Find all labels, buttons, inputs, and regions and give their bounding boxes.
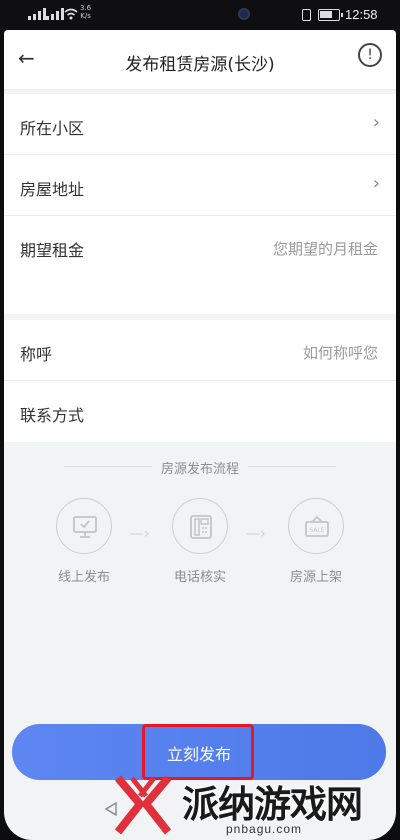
signal-icon — [46, 8, 64, 20]
info-icon[interactable]: ! — [358, 43, 382, 67]
page-header: ← 发布租赁房源(长沙) ! — [4, 30, 396, 90]
svg-text:SALE: SALE — [309, 527, 324, 534]
contact-row[interactable]: 联系方式 — [4, 381, 396, 442]
publish-button-label: 立刻发布 — [166, 745, 231, 764]
address-label: 房屋地址 — [20, 180, 85, 199]
rent-row[interactable]: 期望租金 您期望的月租金 — [4, 216, 396, 277]
phone-icon — [172, 498, 228, 554]
flow-step-label: 房源上架 — [289, 570, 342, 585]
divider — [248, 466, 336, 467]
app-screen: ← 发布租赁房源(长沙) ! 所在小区 › 房屋地址 › 期望租金 您期望的月租… — [4, 30, 396, 840]
flow-step-verify: 电话核实 — [150, 498, 250, 585]
divider — [64, 466, 152, 467]
contact-label: 联系方式 — [20, 406, 85, 425]
network-speed: 3.6 K/s — [80, 4, 92, 20]
arrow-right-icon: —› — [246, 526, 266, 542]
community-row[interactable]: 所在小区 › — [4, 94, 396, 155]
watermark-url: pnbagu.com — [226, 822, 303, 836]
watermark-text: 派纳游戏网 — [182, 783, 363, 826]
name-row[interactable]: 称呼 如何称呼您 — [4, 320, 396, 381]
address-row[interactable]: 房屋地址 › — [4, 155, 396, 216]
name-input[interactable]: 如何称呼您 — [303, 342, 378, 363]
clock: 12:58 — [345, 7, 378, 22]
chevron-right-icon: › — [372, 112, 380, 133]
sale-sign-icon: SALE — [288, 498, 344, 554]
watermark: 派纳游戏网 pnbagu.com — [112, 770, 400, 840]
flow-step-listed: SALE 房源上架 — [266, 498, 366, 585]
form-group-contact: 称呼 如何称呼您 联系方式 — [4, 320, 396, 442]
signal-icon — [28, 8, 46, 20]
monitor-icon — [56, 498, 112, 554]
community-label: 所在小区 — [20, 119, 85, 138]
wifi-icon — [64, 8, 78, 20]
flow-step-label: 电话核实 — [173, 570, 226, 585]
arrow-right-icon: —› — [130, 526, 150, 542]
page-title: 发布租赁房源(长沙) — [125, 55, 275, 75]
flow-section-title: 房源发布流程 — [4, 458, 396, 477]
name-label: 称呼 — [20, 345, 53, 364]
vibrate-icon — [302, 9, 311, 21]
form-group-property: 所在小区 › 房屋地址 › 期望租金 您期望的月租金 — [4, 94, 396, 314]
watermark-logo — [114, 775, 172, 835]
flow-step-label: 线上发布 — [57, 570, 110, 585]
rent-input[interactable]: 您期望的月租金 — [273, 238, 378, 259]
front-camera — [238, 8, 250, 20]
status-bar: 3.6 K/s 12:58 — [0, 0, 400, 30]
rent-label: 期望租金 — [20, 241, 85, 260]
flow-step-online: 线上发布 — [34, 498, 134, 585]
chevron-right-icon: › — [372, 173, 380, 194]
battery-icon — [318, 9, 343, 21]
